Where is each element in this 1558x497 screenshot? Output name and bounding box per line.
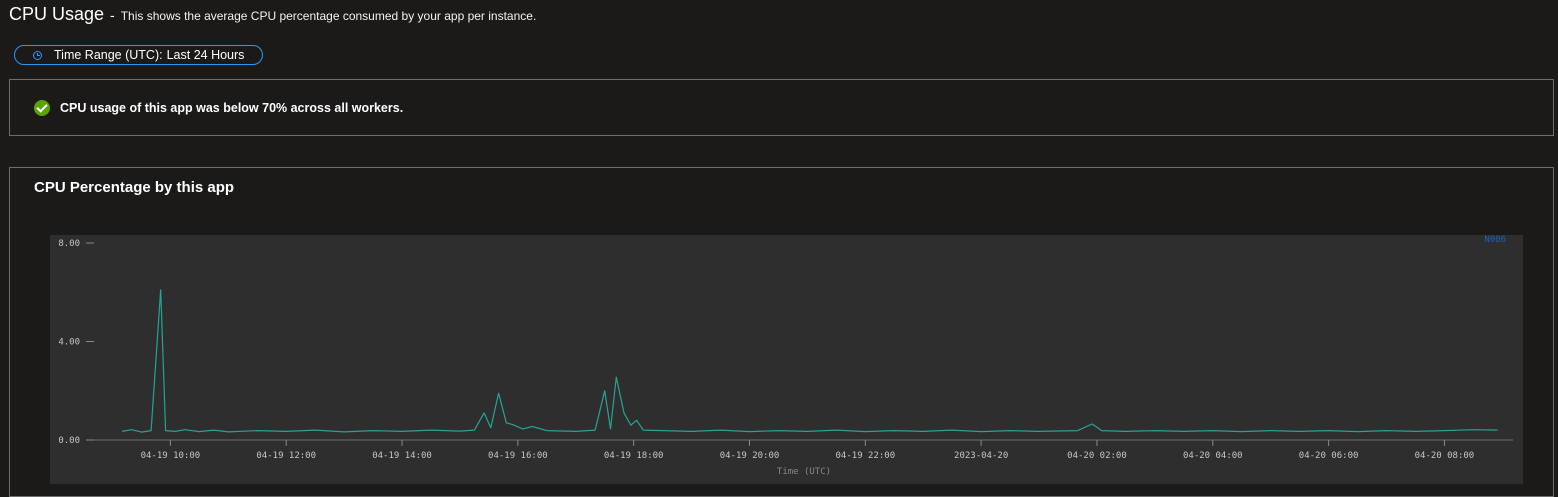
status-message: CPU usage of this app was below 70% acro… <box>60 100 404 115</box>
chart-card: CPU Percentage by this app 0.00 4.00 8.00 0… <box>9 167 1554 497</box>
x-tick-label: 2023-04-20 <box>954 451 1008 461</box>
x-tick-label: 04-20 04:00 <box>1183 451 1243 461</box>
x-tick-label: 04-19 22:00 <box>836 451 896 461</box>
x-tick-label: 04-20 02:00 <box>1067 451 1127 461</box>
y-tick-label: 0.00 <box>58 436 80 446</box>
status-panel: CPU usage of this app was below 70% acro… <box>9 79 1554 136</box>
legend-label: N006 <box>1484 235 1506 245</box>
y-tick-label: 4.00 <box>58 338 80 348</box>
page-header: CPU Usage - This shows the average CPU p… <box>9 4 536 25</box>
x-tick-label: 04-19 16:00 <box>488 451 548 461</box>
x-tick-label: 04-19 20:00 <box>720 451 780 461</box>
x-tick-label: 04-20 08:00 <box>1415 451 1475 461</box>
title-separator: - <box>110 7 115 23</box>
y-tick-label: 8.00 <box>58 239 80 249</box>
plot-area <box>50 235 1523 484</box>
page-title: CPU Usage <box>9 4 105 24</box>
time-range-label: Time Range (UTC): <box>54 48 163 62</box>
cpu-line-chart: 0.00 4.00 8.00 04-19 10:00 04-19 12:00 04-19 … <box>50 235 1523 484</box>
x-axis-title: Time (UTC) <box>777 467 831 477</box>
x-tick-label: 04-19 12:00 <box>256 451 316 461</box>
x-tick-label: 04-19 14:00 <box>372 451 432 461</box>
x-tick-label: 04-20 06:00 <box>1299 451 1359 461</box>
x-tick-label: 04-19 10:00 <box>141 451 201 461</box>
clock-icon <box>33 50 42 60</box>
time-range-value: Last 24 Hours <box>166 48 245 62</box>
time-range-button[interactable]: Time Range (UTC): Last 24 Hours <box>14 45 263 65</box>
page-description: This shows the average CPU percentage co… <box>120 9 537 23</box>
x-tick-label: 04-19 18:00 <box>604 451 664 461</box>
success-check-icon <box>34 99 50 116</box>
